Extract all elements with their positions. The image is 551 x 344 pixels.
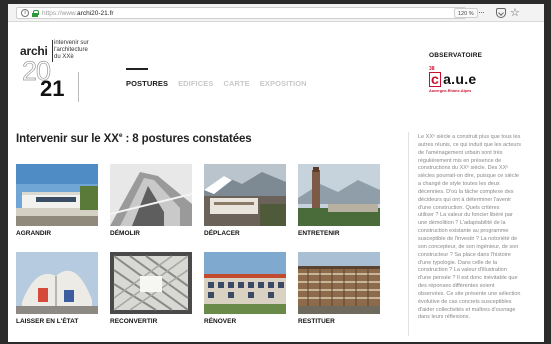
nav-carte[interactable]: CARTE xyxy=(223,79,249,88)
url-prefix: https://www. xyxy=(42,10,78,17)
intro-line: siècles pourrait-on dire, puisque ce siè… xyxy=(418,173,519,180)
intro-text: Le XXᵉ siècle a construit plus que tous … xyxy=(418,134,538,322)
posture-label[interactable]: LAISSER EN L'ÉTAT xyxy=(16,318,78,325)
intro-line: autres réunis, ce qui induit que les act… xyxy=(418,141,522,148)
posture-label[interactable]: RESTITUER xyxy=(298,318,335,325)
intro-line: constructeur ? Sa place dans l'histoire xyxy=(418,251,511,258)
address-url[interactable]: https://www.archi20-21.fr xyxy=(42,9,114,18)
browser-window: i https://www.archi20-21.fr 120 % ··· ☆ … xyxy=(8,4,544,342)
posture-label[interactable]: RÉNOVER xyxy=(204,318,236,325)
posture-label[interactable]: DÉMOLIR xyxy=(110,230,140,237)
intro-line: son concepteur, de son ingénieur, de son xyxy=(418,243,519,250)
zoom-level[interactable]: 120 % xyxy=(454,8,478,18)
posture-card-renover[interactable]: RÉNOVER xyxy=(204,252,286,325)
title-rest: : 8 postures constatées xyxy=(122,132,252,145)
posture-label[interactable]: ENTRETENIR xyxy=(298,230,340,237)
intro-line: construction existante au programme xyxy=(418,228,509,235)
intro-line: des réponses différentes soient xyxy=(418,283,495,290)
logo-subtitle-line: l'architecture xyxy=(54,47,88,54)
posture-photo[interactable] xyxy=(16,164,98,226)
caue-rest: a.u.e xyxy=(443,71,477,87)
logo-vertical-line xyxy=(78,72,79,102)
column-divider xyxy=(408,132,409,336)
intro-line: dans leurs réflexions. xyxy=(418,314,470,321)
posture-photo[interactable] xyxy=(110,252,192,314)
intro-line: d'aider collectivités et maîtres d'ouvra… xyxy=(418,306,516,313)
intro-line: a changé de style toutes les deux xyxy=(418,181,500,188)
browser-toolbar: i https://www.archi20-21.fr 120 % ··· ☆ xyxy=(8,4,544,22)
intro-line: observées. Ce site présente une sélectio… xyxy=(418,290,521,297)
caue-c: c xyxy=(429,71,442,87)
nav-edifices[interactable]: EDIFICES xyxy=(178,79,213,88)
logo-subtitle-line: intervenir sur xyxy=(54,40,89,46)
posture-card-entretenir[interactable]: ENTRETENIR xyxy=(298,164,380,237)
intro-line: d'une pensée ? Il est donc inévitable qu… xyxy=(418,275,518,282)
logo-divider xyxy=(52,40,53,62)
intro-line: de l'aménagement urbain sont très xyxy=(418,149,503,156)
observatoire-label: OBSERVATOIRE xyxy=(429,52,483,59)
posture-photo[interactable] xyxy=(298,252,380,314)
intro-line: régulièrement mis en présence de xyxy=(418,157,502,164)
nav-postures[interactable]: POSTURES xyxy=(126,79,168,88)
posture-card-agrandir[interactable]: AGRANDIR xyxy=(16,164,98,237)
posture-card-reconvertir[interactable]: RECONVERTIR xyxy=(110,252,192,325)
intro-line: utiliser ? La valeur du foncier libéré p… xyxy=(418,212,513,219)
pocket-icon[interactable] xyxy=(496,8,506,18)
info-icon[interactable]: i xyxy=(21,9,29,17)
logo-subtitle-line: du XXè xyxy=(54,54,74,61)
posture-photo[interactable] xyxy=(204,164,286,226)
posture-photo[interactable] xyxy=(204,252,286,314)
main-nav: POSTURES EDIFICES CARTE EXPOSITION xyxy=(126,79,307,88)
intro-line: constructions du XXᵉ siècle. Des XXᵉ xyxy=(418,165,509,172)
intro-line: évolutive de cas concrets susceptibles xyxy=(418,298,512,305)
caue-wordmark: c a.u.e xyxy=(429,71,477,87)
posture-card-laisser[interactable]: LAISSER EN L'ÉTAT xyxy=(16,252,98,325)
site-logo[interactable]: archi intervenir sur l'architecture du X… xyxy=(20,32,102,106)
caue-logo[interactable]: 38 c a.u.e Auvergne-Rhône-Alpes xyxy=(429,66,499,96)
posture-photo[interactable] xyxy=(109,164,193,226)
intro-line: une démolition ? L'adaptabilité de la xyxy=(418,220,506,227)
caue-region: Auvergne-Rhône-Alpes xyxy=(429,89,472,93)
intro-line: décideurs qui ont à déterminer l'avenir xyxy=(418,196,512,203)
posture-label[interactable]: DÉPLACER xyxy=(204,230,240,237)
posture-photo[interactable] xyxy=(298,164,380,226)
posture-label[interactable]: AGRANDIR xyxy=(16,230,51,237)
page-actions-icon[interactable]: ··· xyxy=(478,6,485,18)
active-nav-indicator xyxy=(126,68,148,70)
logo-subtitle: intervenir sur l'architecture du XXè xyxy=(54,40,89,62)
intro-line: Le XXᵉ siècle a construit plus que tous … xyxy=(418,134,521,140)
address-bar[interactable]: i https://www.archi20-21.fr xyxy=(16,7,466,19)
posture-card-restituer[interactable]: RESTITUER xyxy=(298,252,380,325)
posture-label[interactable]: RECONVERTIR xyxy=(110,318,157,325)
posture-photo[interactable] xyxy=(16,252,98,314)
logo-21: 21 xyxy=(40,76,65,101)
intro-line: d'une construction. Quels critères xyxy=(418,204,500,211)
intro-line: construction ? La valeur d'illustration xyxy=(418,267,507,274)
posture-card-deplacer[interactable]: DÉPLACER xyxy=(204,164,286,237)
posture-card-demolir[interactable]: DÉMOLIR xyxy=(109,164,193,237)
page-title: Intervenir sur le XXe : 8 postures const… xyxy=(16,132,252,145)
nav-exposition[interactable]: EXPOSITION xyxy=(260,79,307,88)
intro-line: d'une typologie. Dans celle de la xyxy=(418,259,498,266)
title-main: Intervenir sur le XX xyxy=(16,132,119,145)
url-domain: archi20-21.fr xyxy=(77,10,114,17)
lock-icon[interactable] xyxy=(32,10,39,17)
intro-line: susceptible de l'investir ? La notoriété… xyxy=(418,235,518,242)
intro-line: décennies. D'où la tâche complexe des xyxy=(418,188,514,195)
bookmark-star-icon[interactable]: ☆ xyxy=(510,8,520,19)
